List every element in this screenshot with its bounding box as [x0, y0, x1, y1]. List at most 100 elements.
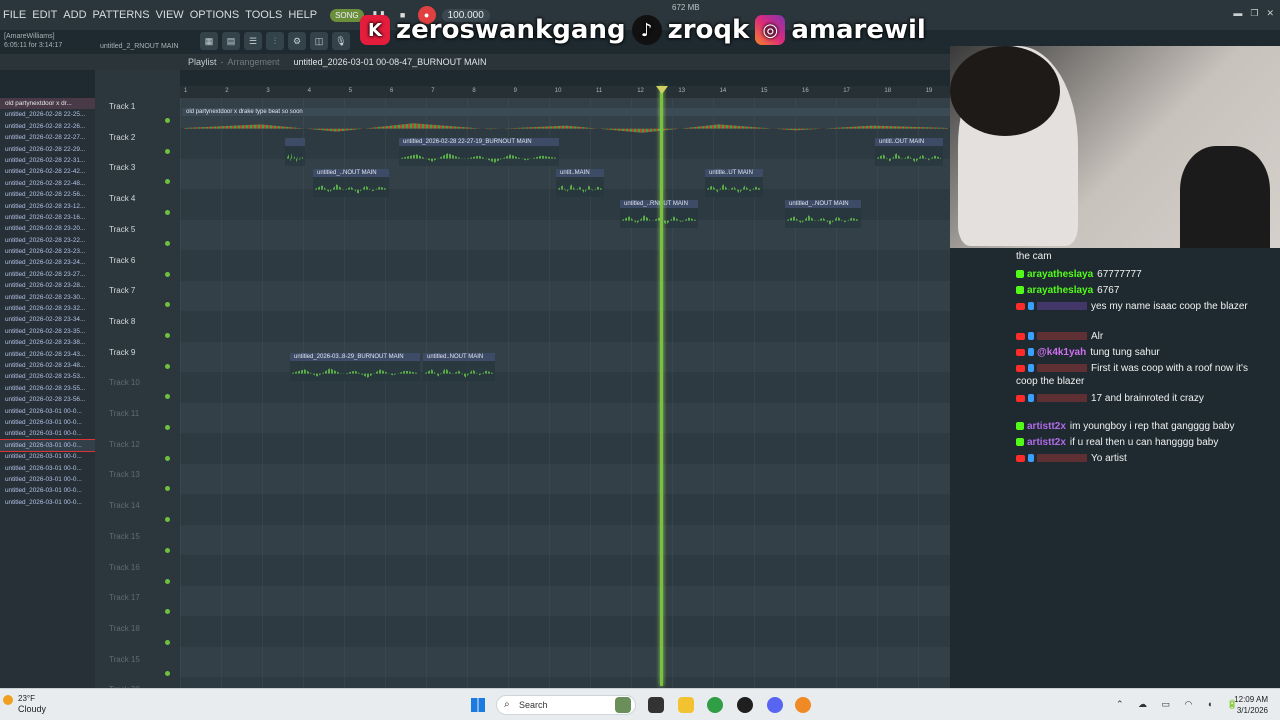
browser-item[interactable]: untitled_2026-02-28 22-29... [0, 144, 95, 155]
track-mute-led[interactable] [165, 394, 170, 400]
track-header[interactable]: Track 16 [105, 559, 175, 589]
song-mode-toggle[interactable]: SONG [330, 8, 364, 22]
track-header[interactable]: Track 7 [105, 282, 175, 312]
audio-clip[interactable] [285, 138, 305, 166]
browser-item[interactable]: untitled_2026-03-01 00-0... [0, 485, 95, 496]
fl-studio-icon[interactable] [795, 697, 811, 713]
browser-item[interactable]: untitled_2026-02-28 23-34... [0, 314, 95, 325]
track-mute-led[interactable] [165, 547, 170, 553]
browser-item[interactable]: old partynextdoor x dr... [0, 98, 95, 110]
clock[interactable]: 12:09 AM 3/1/2026 [1234, 694, 1268, 716]
browser-item[interactable]: untitled_2026-02-28 22-27... [0, 132, 95, 143]
track-header[interactable]: Track 10 [105, 374, 175, 404]
browser-item[interactable]: untitled_2026-03-01 00-0... [0, 463, 95, 474]
track-header[interactable]: Track 17 [105, 589, 175, 619]
browser-item[interactable]: untitled_2026-02-28 23-28... [0, 280, 95, 291]
browser-item[interactable]: untitled_2026-02-28 23-12... [0, 201, 95, 212]
playlist-icon[interactable]: ▦ [200, 32, 218, 50]
playhead[interactable] [660, 86, 663, 686]
track-mute-led[interactable] [165, 609, 170, 615]
track-header[interactable]: Track 4 [105, 190, 175, 220]
browser-item[interactable]: untitled_2026-03-01 00-0... [0, 406, 95, 417]
close-icon[interactable]: ✕ [1266, 8, 1274, 19]
browser-item[interactable]: untitled_2026-02-28 22-42... [0, 166, 95, 177]
track-mute-led[interactable] [165, 148, 170, 154]
menu-view[interactable]: VIEW [153, 9, 187, 21]
menu-file[interactable]: FILE [0, 9, 29, 21]
track-mute-led[interactable] [165, 486, 170, 492]
browser-item[interactable]: untitled_2026-02-28 23-22... [0, 235, 95, 246]
track-mute-led[interactable] [165, 210, 170, 216]
track-header[interactable]: Track 18 [105, 620, 175, 650]
windows-start-icon[interactable] [471, 698, 485, 712]
browser-item[interactable]: untitled_2026-02-28 23-43... [0, 349, 95, 360]
piano-roll-icon[interactable]: ▤ [222, 32, 240, 50]
minimize-icon[interactable]: ▬ [1233, 8, 1242, 19]
track-mute-led[interactable] [165, 425, 170, 430]
menu-help[interactable]: HELP [285, 9, 320, 21]
browser-item[interactable]: untitled_2026-02-28 23-27... [0, 269, 95, 280]
track-mute-led[interactable] [165, 332, 170, 338]
menu-add[interactable]: ADD [60, 9, 89, 21]
browser-item[interactable]: untitled_2026-02-28 22-25... [0, 109, 95, 120]
channel-rack-icon[interactable]: ☰ [244, 32, 262, 50]
track-header[interactable]: Track 3 [105, 159, 175, 189]
track-header[interactable]: Track 14 [105, 497, 175, 527]
mic-icon[interactable]: 🎙 [332, 32, 350, 50]
track-mute-led[interactable] [165, 517, 170, 523]
maximize-icon[interactable]: ❐ [1250, 8, 1258, 19]
track-header[interactable]: Track 2 [105, 129, 175, 159]
track-header[interactable]: Track 8 [105, 313, 175, 343]
track-header[interactable]: Track 11 [105, 405, 175, 435]
menu-patterns[interactable]: PATTERNS [90, 9, 153, 21]
track-mute-led[interactable] [165, 118, 170, 123]
browser-item[interactable]: untitled_2026-02-28 23-23... [0, 246, 95, 257]
browser-item[interactable]: untitled_2026-02-28 23-56... [0, 394, 95, 405]
browser-item[interactable]: untitled_2026-02-28 23-24... [0, 257, 95, 268]
track-header[interactable]: Track 12 [105, 436, 175, 466]
audio-clip[interactable]: untitled_..NOUT MAIN [313, 169, 389, 197]
track-header[interactable]: Track 5 [105, 221, 175, 251]
browser-item[interactable]: untitled_2026-02-28 23-38... [0, 337, 95, 348]
audio-clip[interactable]: untitl..OUT MAIN [875, 138, 943, 166]
browser-item[interactable]: untitled_2026-02-28 23-16... [0, 212, 95, 223]
track-mute-led[interactable] [165, 670, 170, 676]
audio-clip[interactable]: untitled..NOUT MAIN [423, 353, 495, 381]
task-view-icon[interactable] [648, 697, 664, 713]
playhead-marker[interactable] [656, 86, 668, 94]
browser-item[interactable]: untitled_2026-03-01 00-0... [0, 451, 95, 462]
track-mute-led[interactable] [165, 271, 170, 277]
track-mute-led[interactable] [165, 639, 170, 645]
chrome-icon[interactable] [707, 697, 723, 713]
browser-item[interactable]: untitled_2026-02-28 22-26... [0, 121, 95, 132]
browser-item[interactable]: untitled_2026-02-28 22-56... [0, 189, 95, 200]
weather-widget[interactable]: 23°F Cloudy [18, 694, 46, 714]
menu-edit[interactable]: EDIT [29, 9, 60, 21]
mixer-icon[interactable]: ⫶ [266, 32, 284, 50]
browser-item[interactable]: untitled_2026-02-28 23-32... [0, 303, 95, 314]
browser-item[interactable]: untitled_2026-02-28 23-20... [0, 223, 95, 234]
track-header[interactable]: Track 15 [105, 651, 175, 681]
browser-icon[interactable]: ◫ [310, 32, 328, 50]
discord-icon[interactable] [767, 697, 783, 713]
audio-clip[interactable]: untitled_..RNOUT MAIN [620, 200, 698, 228]
track-header[interactable]: Track 13 [105, 466, 175, 496]
track-mute-led[interactable] [165, 240, 170, 246]
audio-clip[interactable]: untitled_..NOUT MAIN [785, 200, 861, 228]
track-header[interactable]: Track 6 [105, 252, 175, 282]
track-header[interactable]: Track 15 [105, 528, 175, 558]
browser-item[interactable]: untitled_2026-03-01 00-0... [0, 474, 95, 485]
track-mute-led[interactable] [165, 455, 170, 461]
audio-clip[interactable]: untitled_2026-03..8-29_BURNOUT MAIN [290, 353, 420, 381]
plugin-icon[interactable]: ⚙ [288, 32, 306, 50]
track-header[interactable]: Track 9 [105, 344, 175, 374]
audio-clip[interactable]: untitled_2026-02-28 22-27-19_BURNOUT MAI… [399, 138, 559, 166]
browser-item[interactable]: untitled_2026-02-28 23-53... [0, 371, 95, 382]
playlist-mode[interactable]: Arrangement [228, 57, 280, 67]
track-mute-led[interactable] [165, 179, 170, 185]
browser-item[interactable]: untitled_2026-02-28 22-31... [0, 155, 95, 166]
track-mute-led[interactable] [165, 578, 170, 584]
browser-item[interactable]: untitled_2026-03-01 00-0... [0, 497, 95, 508]
weather-icon[interactable] [3, 695, 13, 705]
system-tray[interactable]: ⌃ ☁ ▭ ◠ ◖ 🔋 [1116, 699, 1244, 710]
